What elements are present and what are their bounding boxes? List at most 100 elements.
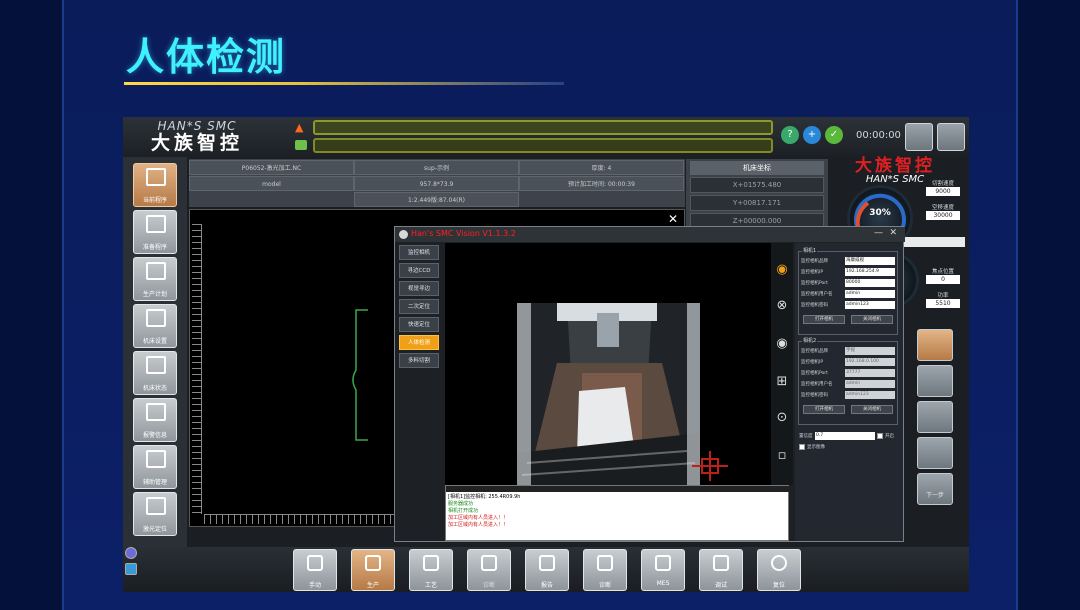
bottom-reset-button[interactable]: 复位	[757, 549, 801, 591]
nav-multi-cut[interactable]: 多料切割	[399, 353, 439, 368]
threshold-input[interactable]: 0.7	[815, 432, 875, 440]
camera1-ip-input[interactable]: 192.168.254.9	[845, 268, 895, 276]
sidebar-item-machine-status[interactable]: 机床状态	[133, 351, 177, 395]
camera1-port-input[interactable]: 80000	[845, 279, 895, 287]
field-label: 监控相机品牌	[801, 259, 828, 264]
message-bar[interactable]	[313, 138, 773, 153]
field-label: 监控相机Port	[801, 371, 828, 376]
status-indicator-icon	[125, 547, 137, 559]
camera2-port-input[interactable]: 37777	[845, 369, 895, 377]
info-cell: 1:2.449版:87.04(R)	[354, 192, 519, 207]
eye-icon[interactable]: ⊙	[773, 409, 791, 427]
minimize-icon[interactable]: —	[874, 228, 883, 238]
camera-feed	[517, 303, 700, 485]
sidebar-item-alarm-info[interactable]: 报警信息	[133, 398, 177, 442]
sidebar-item-aux-management[interactable]: 辅助管理	[133, 445, 177, 489]
sidebar-item-machine-settings[interactable]: 机床设置	[133, 304, 177, 348]
camera2-close-button[interactable]: 关闭相机	[851, 405, 893, 414]
sidebar-item-laser-position[interactable]: 激光定位	[133, 492, 177, 536]
logo-cn: 大族智控	[150, 132, 243, 154]
info-cell: P06052-激光加工.NC	[189, 160, 354, 175]
left-sidebar: 当前程序 准备程序 生产计划 机床设置 机床状态 报警信息 辅助管理 激光定位	[123, 157, 187, 547]
stop-icon[interactable]: ⊗	[773, 297, 791, 315]
message-icon	[295, 140, 307, 150]
check-icon[interactable]: ✓	[825, 126, 843, 144]
reset-icon	[771, 555, 787, 571]
grid-icon[interactable]: ⊞	[773, 373, 791, 391]
plus-icon[interactable]: +	[803, 126, 821, 144]
field-label: 监控相机密码	[801, 303, 828, 308]
right-action-button[interactable]	[917, 365, 953, 397]
camera1-password-input[interactable]: admin123	[845, 301, 895, 309]
right-action-button[interactable]	[917, 401, 953, 433]
info-cell: model	[189, 176, 354, 191]
log-line: 服务器成功	[448, 501, 474, 507]
nav-monitor-camera[interactable]: 监控相机	[399, 245, 439, 260]
param-value: 5510	[926, 299, 960, 308]
close-icon[interactable]: ✕	[889, 228, 897, 238]
field-label: 监控相机用户名	[801, 382, 833, 387]
camera1-close-button[interactable]: 关闭相机	[851, 315, 893, 324]
bottom-diagnose-button-disabled[interactable]: 诊断	[467, 549, 511, 591]
bottom-mes-button[interactable]: MES	[641, 549, 685, 591]
bottom-manual-button[interactable]: 手动	[293, 549, 337, 591]
camera2-open-button[interactable]: 打开相机	[803, 405, 845, 414]
program-info-table: P06052-激光加工.NC sup-示例 厚度: 4 model 957.8*…	[189, 159, 685, 207]
close-icon[interactable]: ✕	[668, 212, 678, 226]
alarm-icon	[146, 403, 166, 421]
log-output: [相机1]监控相机: 255.4R09.9h 服务器成功 相机打开成功 加工区域…	[445, 485, 790, 541]
bottom-process-button[interactable]: 工艺	[409, 549, 453, 591]
nav-fast-position[interactable]: 快速定位	[399, 317, 439, 332]
nav-edge-ccd[interactable]: 寻边CCD	[399, 263, 439, 278]
brand-logo: HAN*S SMC 大族智控	[127, 119, 267, 155]
warning-icon: ▲	[295, 121, 304, 134]
camera2-brand-select[interactable]: 宇视	[845, 347, 895, 355]
field-label: 监控相机Port	[801, 281, 828, 286]
bottom-report-button[interactable]: 报告	[525, 549, 569, 591]
laser-icon	[146, 497, 166, 515]
mes-icon	[655, 555, 671, 571]
right-action-button[interactable]	[917, 329, 953, 361]
param-value: 9000	[926, 187, 960, 196]
capture-icon[interactable]: ◉	[773, 335, 791, 353]
camera1-user-input[interactable]: admin	[845, 290, 895, 298]
right-action-button[interactable]	[917, 437, 953, 469]
bottom-diagnose-button[interactable]: 诊断	[583, 549, 627, 591]
debug-icon	[713, 555, 729, 571]
sidebar-item-production-plan[interactable]: 生产计划	[133, 257, 177, 301]
record-icon[interactable]: ◉	[773, 261, 791, 279]
sidebar-item-prepare-program[interactable]: 准备程序	[133, 210, 177, 254]
alarm-bar[interactable]	[313, 120, 773, 135]
field-label: 监控相机品牌	[801, 349, 828, 354]
log-line: [相机1]监控相机: 255.4R09.9h	[448, 494, 521, 500]
bottom-debug-button[interactable]: 调试	[699, 549, 743, 591]
nav-visual-edge[interactable]: 视觉寻边	[399, 281, 439, 296]
param-label: 空移速度	[931, 205, 954, 211]
camera2-user-input[interactable]: admin	[845, 380, 895, 388]
nav-secondary-position[interactable]: 二次定位	[399, 299, 439, 314]
program-icon	[146, 168, 166, 186]
arrow-icon[interactable]: ▫	[773, 447, 791, 465]
video-view[interactable]	[445, 243, 771, 485]
toolbar-button-1[interactable]	[905, 123, 933, 151]
toolbar-button-2[interactable]	[937, 123, 965, 151]
bottom-toolbar: 手动 生产 工艺 诊断 报告 诊断 MES 调试 复位	[123, 547, 969, 592]
monitor-icon	[146, 215, 166, 233]
camera2-ip-input[interactable]: 192.168.0.100	[845, 358, 895, 366]
coord-y: Y+00817.171	[690, 195, 824, 211]
production-icon	[365, 555, 381, 571]
camera2-group: 相机2 监控相机品牌 宇视 监控相机IP 192.168.0.100 监控相机P…	[798, 337, 898, 425]
camera-image	[517, 303, 700, 485]
help-icon[interactable]: ?	[781, 126, 799, 144]
show-image-checkbox[interactable]	[799, 444, 805, 450]
param-label: 焦点位置	[931, 269, 954, 275]
enable-checkbox[interactable]	[877, 433, 883, 439]
camera1-open-button[interactable]: 打开相机	[803, 315, 845, 324]
camera2-password-input[interactable]: admin123	[845, 391, 895, 399]
nav-human-detection[interactable]: 人体检测	[399, 335, 439, 350]
sidebar-item-current-program[interactable]: 当前程序	[133, 163, 177, 207]
param-label: 功率	[937, 293, 949, 299]
camera1-brand-select[interactable]: 海康威视	[845, 257, 895, 265]
next-step-button[interactable]: 下一步	[917, 473, 953, 505]
bottom-production-button[interactable]: 生产	[351, 549, 395, 591]
